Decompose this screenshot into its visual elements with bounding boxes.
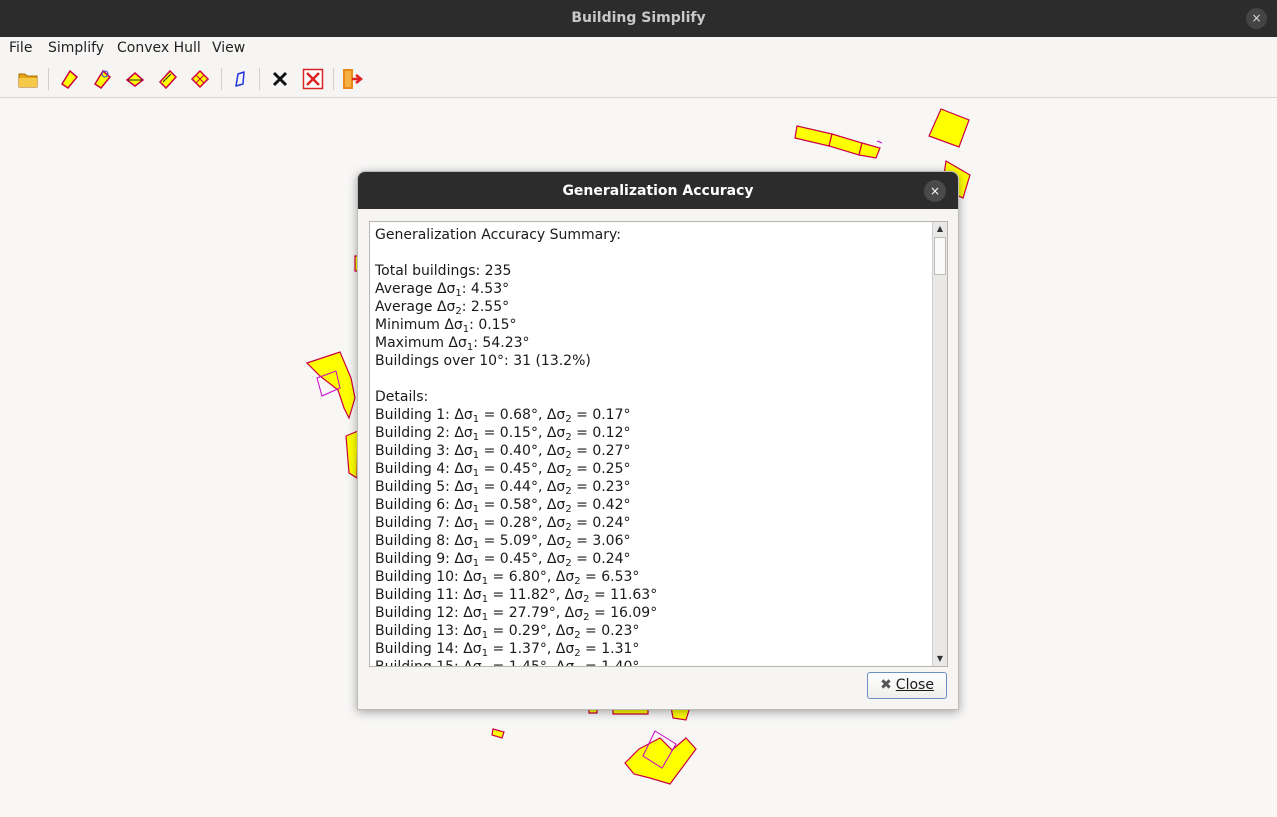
scroll-down-icon[interactable]: ▼ bbox=[933, 652, 947, 666]
over-threshold: Buildings over 10°: 31 (13.2%) bbox=[375, 353, 591, 369]
accuracy-dialog: Generalization Accuracy × Generalization… bbox=[357, 171, 959, 710]
vertical-scrollbar[interactable]: ▲ ▼ bbox=[932, 222, 947, 666]
rotate-icon[interactable] bbox=[124, 68, 146, 90]
exit-icon[interactable] bbox=[341, 68, 364, 90]
building-detail-line: Building 13: Δσ1 = 0.29°, Δσ2 = 0.23° bbox=[375, 623, 640, 641]
building-detail-line: Building 9: Δσ1 = 0.45°, Δσ2 = 0.24° bbox=[375, 551, 631, 569]
building-detail-line: Building 10: Δσ1 = 6.80°, Δσ2 = 6.53° bbox=[375, 569, 640, 587]
building-detail-line: Building 4: Δσ1 = 0.45°, Δσ2 = 0.25° bbox=[375, 461, 631, 479]
details-label: Details: bbox=[375, 389, 429, 405]
stat-line: Average Δσ1: 4.53° bbox=[375, 281, 510, 299]
building-shape bbox=[624, 737, 697, 785]
close-button[interactable]: ✖ Close bbox=[867, 672, 947, 699]
menu-file[interactable]: File bbox=[9, 40, 32, 56]
building-shape bbox=[491, 728, 505, 739]
rectangle-icon[interactable] bbox=[157, 68, 179, 90]
clear-all-icon[interactable] bbox=[302, 68, 324, 90]
building-detail-line: Building 2: Δσ1 = 0.15°, Δσ2 = 0.12° bbox=[375, 425, 631, 443]
total-buildings: Total buildings: 235 bbox=[375, 263, 512, 279]
building-shape bbox=[305, 351, 356, 420]
building-shape bbox=[828, 133, 863, 156]
summary-textarea[interactable]: Generalization Accuracy Summary: Total b… bbox=[369, 221, 948, 667]
building-details-list: Building 1: Δσ1 = 0.68°, Δσ2 = 0.17° Buil… bbox=[375, 406, 930, 667]
dialog-close-icon[interactable]: × bbox=[924, 180, 946, 202]
building-shape bbox=[928, 108, 970, 148]
dialog-title: Generalization Accuracy bbox=[562, 183, 754, 199]
clear-icon[interactable] bbox=[269, 68, 291, 90]
dialog-header: Generalization Accuracy × bbox=[358, 172, 958, 209]
toolbar-separator bbox=[333, 68, 334, 90]
stats-list: Average Δσ1: 4.53° Average Δσ2: 2.55° Mini… bbox=[375, 280, 930, 353]
toolbar-separator bbox=[48, 68, 49, 90]
building-shape bbox=[858, 142, 881, 159]
scroll-up-icon[interactable]: ▲ bbox=[933, 222, 947, 236]
building-detail-line: Building 5: Δσ1 = 0.44°, Δσ2 = 0.23° bbox=[375, 479, 631, 497]
window-title: Building Simplify bbox=[571, 10, 706, 26]
building-detail-line: Building 3: Δσ1 = 0.40°, Δσ2 = 0.27° bbox=[375, 443, 631, 461]
menubar: File Simplify Convex Hull View bbox=[0, 37, 1277, 60]
building-detail-line: Building 7: Δσ1 = 0.28°, Δσ2 = 0.24° bbox=[375, 515, 631, 533]
menu-convex-hull[interactable]: Convex Hull bbox=[117, 40, 201, 56]
menu-simplify[interactable]: Simplify bbox=[48, 40, 104, 56]
building-detail-line: Building 11: Δσ1 = 11.82°, Δσ2 = 11.63° bbox=[375, 587, 658, 605]
toolbar bbox=[0, 60, 1277, 98]
grid-icon[interactable] bbox=[189, 68, 211, 90]
building-detail-line: Building 15: Δσ1 = 1.45°, Δσ2 = 1.40° bbox=[375, 659, 640, 667]
window-close-icon[interactable]: × bbox=[1246, 8, 1267, 29]
hull-icon[interactable] bbox=[229, 68, 251, 90]
stat-line: Average Δσ2: 2.55° bbox=[375, 299, 510, 317]
building-detail-line: Building 14: Δσ1 = 1.37°, Δσ2 = 1.31° bbox=[375, 641, 640, 659]
simplify-icon[interactable] bbox=[58, 68, 80, 90]
building-detail-line: Building 6: Δσ1 = 0.58°, Δσ2 = 0.42° bbox=[375, 497, 631, 515]
close-x-icon: ✖ bbox=[880, 677, 892, 693]
close-button-label: Close bbox=[895, 677, 934, 693]
building-detail-line: Building 8: Δσ1 = 5.09°, Δσ2 = 3.06° bbox=[375, 533, 631, 551]
menu-view[interactable]: View bbox=[212, 40, 245, 56]
simplify-alt-icon[interactable] bbox=[91, 68, 113, 90]
window-titlebar: Building Simplify × bbox=[0, 0, 1277, 37]
stat-line: Minimum Δσ1: 0.15° bbox=[375, 317, 517, 335]
toolbar-separator bbox=[221, 68, 222, 90]
toolbar-separator bbox=[259, 68, 260, 90]
open-folder-icon[interactable] bbox=[17, 68, 39, 90]
summary-heading: Generalization Accuracy Summary: bbox=[375, 227, 621, 243]
scroll-thumb[interactable] bbox=[934, 237, 946, 275]
building-detail-line: Building 1: Δσ1 = 0.68°, Δσ2 = 0.17° bbox=[375, 407, 631, 425]
stat-line: Maximum Δσ1: 54.23° bbox=[375, 335, 530, 353]
building-shape bbox=[794, 125, 833, 147]
building-detail-line: Building 12: Δσ1 = 27.79°, Δσ2 = 16.09° bbox=[375, 605, 658, 623]
hull-shape bbox=[876, 140, 883, 144]
summary-text: Generalization Accuracy Summary: Total b… bbox=[375, 226, 930, 667]
